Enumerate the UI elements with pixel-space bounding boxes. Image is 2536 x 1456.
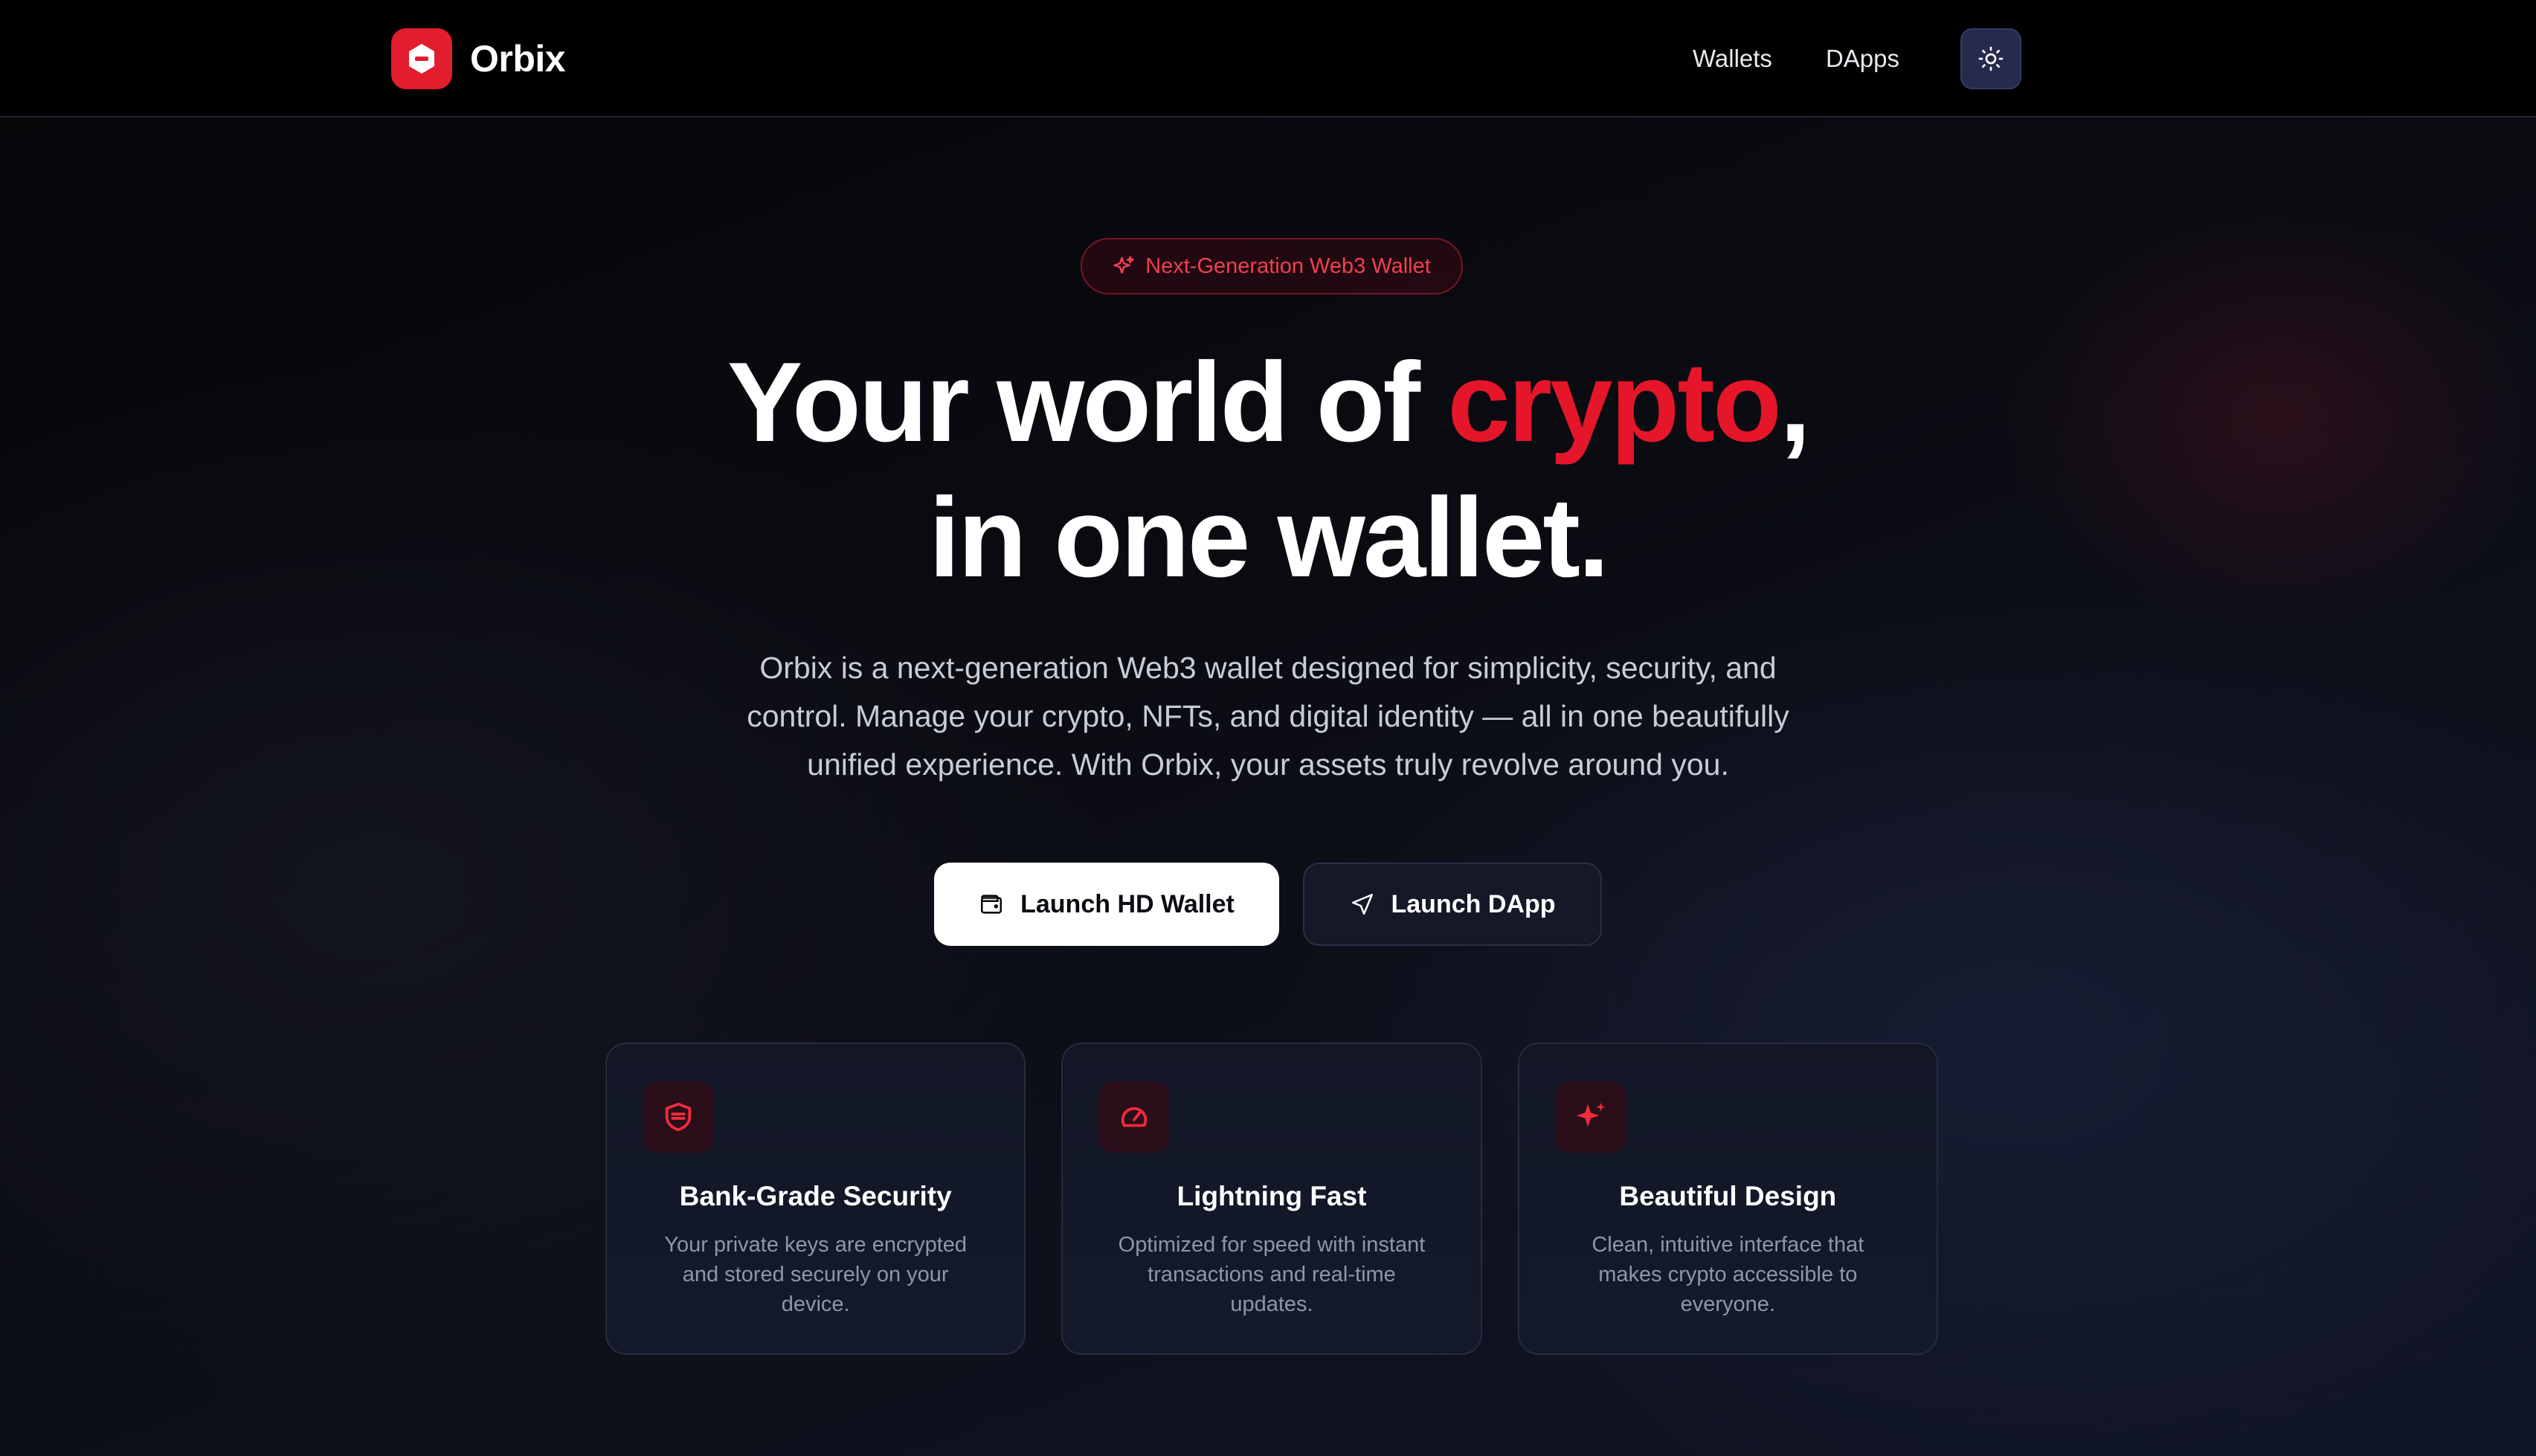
- orbix-logo-icon: [391, 28, 452, 89]
- feature-description: Clean, intuitive interface that makes cr…: [1592, 1233, 1864, 1316]
- feature-card-design: Beautiful Design Clean, intuitive interf…: [1517, 1043, 1938, 1355]
- launch-dapp-label: Launch DApp: [1391, 889, 1556, 918]
- sparkles-icon: [1554, 1081, 1626, 1153]
- nav-link-wallets[interactable]: Wallets: [1693, 45, 1772, 73]
- launch-hd-wallet-label: Launch HD Wallet: [1020, 889, 1235, 918]
- hero-description: Orbix is a next-generation Web3 wallet d…: [747, 651, 1789, 782]
- main-nav: Wallets DApps: [1693, 28, 2021, 89]
- feature-title: Beautiful Design: [1619, 1181, 1837, 1211]
- hero-title-accent: crypto: [1447, 339, 1782, 466]
- hero-title: Your world of crypto, in one wallet.: [0, 335, 2536, 605]
- sparkles-icon: [1113, 256, 1134, 274]
- top-navbar: Orbix Wallets DApps: [0, 0, 2536, 117]
- wallet-icon: [981, 895, 1003, 914]
- shield-icon: [643, 1081, 714, 1153]
- brand-name: Orbix: [470, 38, 566, 80]
- send-icon: [1351, 893, 1373, 915]
- theme-toggle-button[interactable]: [1960, 28, 2021, 89]
- launch-dapp-button[interactable]: Launch DApp: [1303, 863, 1602, 946]
- hero-badge-label: Next-Generation Web3 Wallet: [1145, 254, 1431, 278]
- nav-link-dapps[interactable]: DApps: [1826, 45, 1899, 73]
- sun-icon: [1978, 46, 2004, 71]
- features-section: Bank-Grade Security Your private keys ar…: [605, 1043, 1938, 1355]
- feature-card-speed: Lightning Fast Optimized for speed with …: [1061, 1043, 1482, 1355]
- cta-row: Launch HD Wallet Launch DApp: [0, 863, 2536, 946]
- feature-title: Lightning Fast: [1177, 1181, 1367, 1211]
- gauge-icon: [1098, 1081, 1171, 1153]
- hero-badge: Next-Generation Web3 Wallet: [1081, 238, 1463, 294]
- feature-description: Optimized for speed with instant transac…: [1118, 1233, 1426, 1316]
- feature-title: Bank-Grade Security: [679, 1181, 952, 1211]
- hero-title-part2: ,: [1779, 339, 1811, 466]
- brand[interactable]: Orbix: [391, 28, 566, 89]
- hero-title-line2: in one wallet.: [928, 474, 1609, 601]
- feature-description: Your private keys are encrypted and stor…: [664, 1233, 968, 1316]
- hero-title-part1: Your world of: [727, 339, 1448, 466]
- landing-page: Orbix Wallets DApps Next-Generation Web3…: [0, 0, 2536, 1456]
- feature-card-security: Bank-Grade Security Your private keys ar…: [605, 1043, 1026, 1355]
- launch-hd-wallet-button[interactable]: Launch HD Wallet: [934, 863, 1279, 946]
